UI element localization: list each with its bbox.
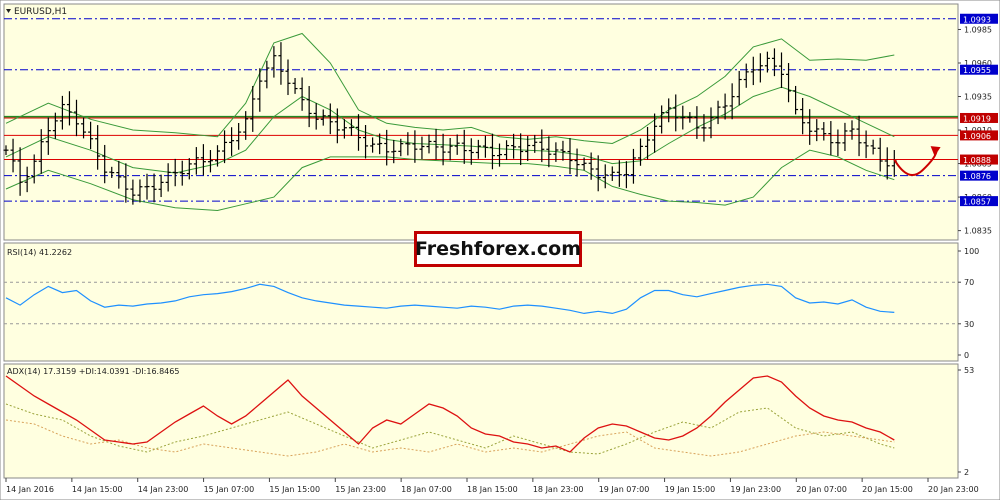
level-tag-label: 1.0888 [963, 156, 991, 165]
time-tick-label: 14 Jan 23:00 [138, 485, 189, 494]
rsi-tick-label: 70 [964, 278, 974, 287]
time-axis: 14 Jan 2016 14 Jan 15:00 14 Jan 23:00 15 Ja… [5, 478, 979, 494]
adx-label: ADX(14) 17.3159 +DI:14.0391 -DI:16.8465 [7, 367, 179, 376]
price-tick-label: 1.0985 [964, 25, 992, 34]
time-tick-label: 19 Jan 23:00 [730, 485, 781, 494]
level-tag-label: 1.0993 [963, 15, 991, 24]
watermark-text: Freshforex.com [414, 238, 582, 260]
adx-tick-label: 2 [964, 468, 969, 477]
rsi-tick-label: 100 [964, 247, 979, 256]
symbol-label: EURUSD,H1 [14, 7, 67, 17]
level-tag-label: 1.0919 [963, 114, 991, 123]
rsi-tick-label: 30 [964, 320, 974, 329]
level-tag: 1.0993 [960, 13, 998, 24]
price-axis: 1.09851.09601.09351.09101.08851.08601.08… [958, 13, 998, 236]
adx-panel-frame [3, 363, 959, 479]
time-tick-label: 20 Jan 15:00 [862, 485, 913, 494]
level-tag-label: 1.0857 [963, 198, 991, 207]
level-tag-label: 1.0876 [963, 172, 991, 181]
chart-canvas: 100 70 30 0 53 2 1.09851.09601.09351.09101.0… [0, 0, 1000, 501]
time-tick-label: 19 Jan 15:00 [665, 485, 716, 494]
time-tick-label: 19 Jan 07:00 [599, 485, 650, 494]
time-tick-label: 20 Jan 23:00 [928, 485, 979, 494]
level-tag: 1.0955 [960, 64, 998, 75]
time-tick-label: 15 Jan 23:00 [335, 485, 386, 494]
time-tick-label: 18 Jan 07:00 [401, 485, 452, 494]
time-tick-label: 20 Jan 07:00 [796, 485, 847, 494]
time-tick-label: 18 Jan 23:00 [533, 485, 584, 494]
price-panel [3, 3, 959, 241]
time-tick-label: 18 Jan 15:00 [467, 485, 518, 494]
level-tag: 1.0876 [960, 170, 998, 181]
level-tag-label: 1.0955 [963, 66, 991, 75]
rsi-label: RSI(14) 41.2262 [7, 248, 72, 257]
time-tick-label: 14 Jan 15:00 [72, 485, 123, 494]
level-tag: 1.0888 [960, 154, 998, 165]
level-tag-label: 1.0906 [963, 132, 991, 141]
level-tag: 1.0919 [960, 112, 998, 123]
price-tick-label: 1.0835 [964, 227, 992, 236]
freshforex-watermark: Freshforex.com [414, 231, 582, 267]
level-tag: 1.0857 [960, 196, 998, 207]
adx-tick-label: 53 [964, 366, 974, 375]
time-tick-label: 15 Jan 15:00 [269, 485, 320, 494]
rsi-tick-label: 0 [964, 351, 969, 360]
time-tick-label: 14 Jan 2016 [6, 485, 54, 494]
time-tick-label: 15 Jan 07:00 [204, 485, 255, 494]
price-tick-label: 1.0935 [964, 93, 992, 102]
level-tag: 1.0906 [960, 130, 998, 141]
